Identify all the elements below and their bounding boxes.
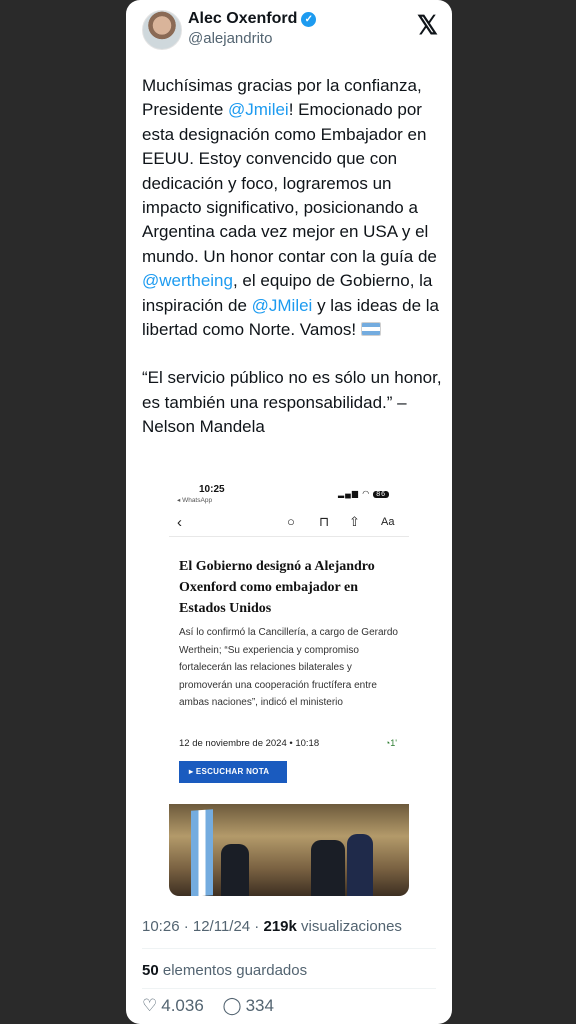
verified-badge-icon: ✓ <box>301 12 317 27</box>
author-name[interactable]: Alec Oxenford <box>188 10 297 27</box>
status-back-app: ◂ WhatsApp <box>177 497 213 504</box>
views-label: visualizaciones <box>296 918 402 935</box>
tweet-meta: 10:26 · 12/11/24 · 219k visualizaciones <box>142 918 402 935</box>
signal-wifi-icon: ▂▄▆ ◠ 86 <box>338 489 389 498</box>
saves-label: elementos guardados <box>158 962 308 979</box>
search-icon: ○ <box>287 514 295 529</box>
saves-count: 50 <box>142 962 159 979</box>
listen-button: ▸ ESCUCHAR NOTA <box>179 761 287 783</box>
views-count: 219k <box>263 918 297 935</box>
tweet-header: Alec Oxenford ✓ @alejandrito 𝕏 <box>142 8 438 52</box>
bookmark-icon: ⊓ <box>319 514 330 529</box>
tweet-media-screenshot[interactable]: 10:25 ◂ WhatsApp ▂▄▆ ◠ 86 ‹ ○ ⊓ ⇧ Aa El G… <box>169 476 409 896</box>
back-chevron-icon: ‹ <box>177 514 182 531</box>
divider <box>142 988 436 989</box>
person-figure <box>221 844 249 896</box>
status-time: 10:25 <box>199 484 225 495</box>
mention-link[interactable]: @wertheing <box>142 271 233 290</box>
guard-figure <box>347 834 373 896</box>
read-time-indicator: ◔1' <box>385 738 397 748</box>
x-logo-icon[interactable]: 𝕏 <box>417 10 438 41</box>
article-date: 12 de noviembre de 2024 • 10:18 <box>179 738 320 749</box>
reply-button[interactable]: ◯ 334 <box>223 996 274 1015</box>
reply-icon: ◯ <box>222 996 242 1015</box>
like-button[interactable]: ♡ 4.036 <box>142 996 204 1015</box>
tweet-timestamp[interactable]: 10:26 · 12/11/24 · <box>142 918 263 935</box>
tweet-text: Muchísimas gracias por la confianza, Pre… <box>142 74 442 440</box>
phone-status-bar: 10:25 ◂ WhatsApp ▂▄▆ ◠ 86 <box>169 476 409 516</box>
browser-toolbar: ‹ ○ ⊓ ⇧ Aa <box>169 512 409 537</box>
article-subtitle: Así lo confirmó la Cancillería, a cargo … <box>179 627 398 709</box>
mention-link[interactable]: @Jmilei <box>228 100 289 119</box>
saves-row[interactable]: 50 elementos guardados <box>142 962 307 979</box>
replies-count: 334 <box>245 996 274 1015</box>
tweet-card: Alec Oxenford ✓ @alejandrito 𝕏 Muchísimas… <box>126 0 452 1024</box>
tweet-quote: “El servicio público no es sólo un honor… <box>142 368 442 437</box>
avatar[interactable] <box>142 10 182 50</box>
article-photo <box>169 804 409 896</box>
likes-count: 4.036 <box>161 996 204 1015</box>
read-time: 1' <box>390 738 397 748</box>
argentina-flag-icon <box>360 322 381 337</box>
author-name-row[interactable]: Alec Oxenford ✓ <box>188 10 317 28</box>
share-icon: ⇧ <box>349 514 360 529</box>
article-title: El Gobierno designó a Alejandro Oxenford… <box>179 559 375 616</box>
divider <box>142 948 436 949</box>
person-figure <box>311 840 345 896</box>
tweet-paragraph: Muchísimas gracias por la confianza, Pre… <box>142 76 439 340</box>
author-handle[interactable]: @alejandrito <box>188 30 272 47</box>
mention-link[interactable]: @JMilei <box>252 296 313 315</box>
engagement-bar: ♡ 4.036 ◯ 334 <box>142 996 288 1016</box>
flag-image <box>191 809 213 896</box>
battery-icon: 86 <box>373 491 389 498</box>
text-size-icon: Aa <box>381 516 395 528</box>
heart-icon: ♡ <box>142 996 158 1015</box>
